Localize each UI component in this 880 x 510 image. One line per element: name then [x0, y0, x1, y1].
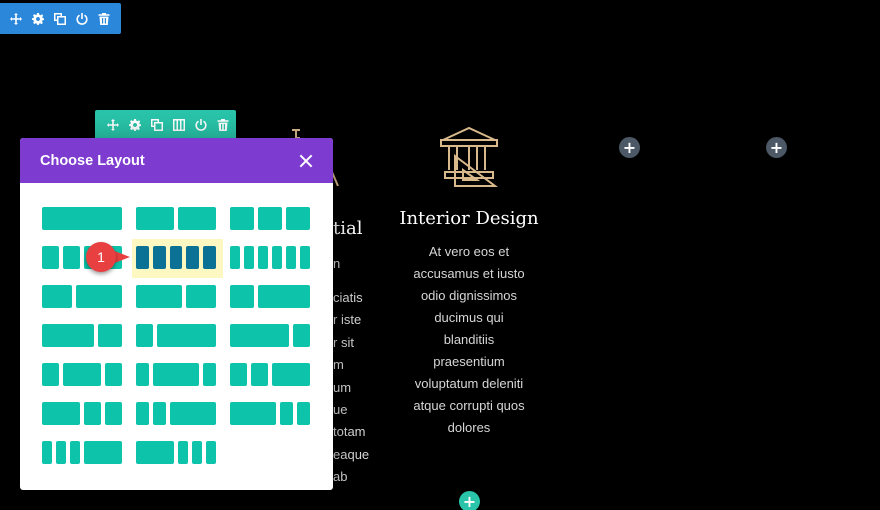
layout-option-3-1-1-1-col[interactable]	[136, 441, 216, 464]
add-module-button[interactable]: +	[619, 137, 640, 158]
text-line: ab	[333, 469, 348, 485]
step-number: 1	[86, 242, 116, 272]
text-line: ducimus qui	[434, 310, 504, 325]
layout-option-2-1-1-col[interactable]	[42, 402, 122, 425]
layout-option-1-col[interactable]	[42, 207, 122, 230]
text-line: atque corrupti quos	[413, 398, 525, 413]
column-title: Interior Design	[399, 208, 539, 229]
text-line: odio dignissimos	[420, 288, 518, 303]
gear-icon[interactable]	[30, 11, 45, 26]
trash-icon[interactable]	[215, 118, 230, 133]
text-line: ue	[333, 402, 348, 418]
choose-layout-modal: Choose Layout	[20, 138, 333, 490]
text-line: m	[333, 357, 344, 373]
layout-option-1-2-1-col[interactable]	[42, 363, 122, 386]
power-icon[interactable]	[74, 11, 89, 26]
layout-option-1-1-1-3-col[interactable]	[42, 441, 122, 464]
layout-option-5-col[interactable]	[136, 246, 216, 269]
text-line: accusamus et iusto	[413, 266, 525, 281]
column-subtitle-partial: n	[333, 256, 341, 271]
section-toolbar	[0, 3, 121, 34]
text-line: um	[333, 379, 352, 395]
columns-icon[interactable]	[171, 118, 186, 133]
close-icon[interactable]	[299, 154, 313, 168]
layout-option-1-1-2-col[interactable]	[230, 363, 310, 386]
bank-building-icon	[398, 126, 540, 190]
duplicate-icon[interactable]	[149, 118, 164, 133]
text-line: praesentium	[433, 354, 505, 369]
gear-icon[interactable]	[127, 118, 142, 133]
duplicate-icon[interactable]	[52, 11, 67, 26]
trash-icon[interactable]	[96, 11, 111, 26]
column-title-partial: tial	[333, 218, 363, 239]
modal-header: Choose Layout	[20, 138, 333, 183]
text-line: r iste	[333, 312, 362, 328]
text-line: blanditiis	[443, 332, 495, 347]
layout-option-3-col[interactable]	[230, 207, 310, 230]
text-line: dolores	[447, 420, 491, 435]
layout-option-1-3-1-col[interactable]	[136, 363, 216, 386]
row-toolbar	[95, 110, 236, 140]
layout-option-6-col[interactable]	[230, 246, 310, 269]
column-body-partial: ciatis r iste r sit m um ue totam eaque …	[333, 287, 369, 489]
layout-option-3-2-col[interactable]	[136, 285, 216, 308]
layout-option-1-4-col[interactable]	[136, 324, 216, 347]
text-line: r sit	[333, 334, 354, 350]
layout-option-3-1-1-col[interactable]	[230, 402, 310, 425]
modal-title: Choose Layout	[40, 152, 145, 169]
step-annotation: 1	[86, 242, 136, 272]
move-icon[interactable]	[105, 118, 120, 133]
column-interior-design: Interior Design At vero eos et accusamus…	[398, 126, 540, 439]
add-module-button[interactable]: +	[766, 137, 787, 158]
layout-option-1-3-col[interactable]	[230, 285, 310, 308]
layout-option-3-1-col[interactable]	[42, 324, 122, 347]
add-row-button[interactable]: +	[459, 491, 480, 510]
move-icon[interactable]	[8, 11, 23, 26]
text-line: ciatis	[333, 290, 363, 305]
layout-option-1-1-3-col[interactable]	[136, 402, 216, 425]
layout-option-2-col[interactable]	[136, 207, 216, 230]
power-icon[interactable]	[193, 118, 208, 133]
layout-option-2-3-col[interactable]	[42, 285, 122, 308]
text-line: At vero eos et	[428, 244, 510, 259]
text-line: eaque	[333, 446, 370, 462]
column-body: At vero eos et accusamus et iusto odio d…	[398, 241, 540, 439]
text-line: voluptatum deleniti	[414, 376, 524, 391]
text-line: totam	[333, 424, 366, 440]
layout-option-4-1-col[interactable]	[230, 324, 310, 347]
